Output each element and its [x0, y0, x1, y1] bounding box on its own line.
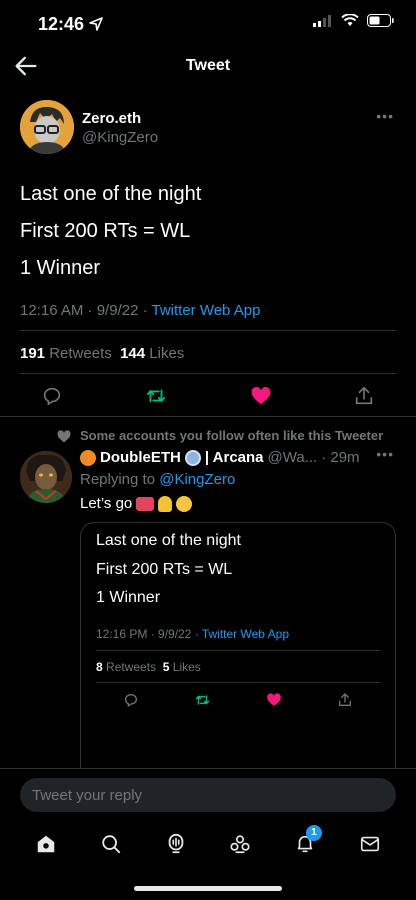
more-options-icon[interactable]: ••• — [376, 108, 394, 124]
reply-text: Let’s go — [80, 495, 193, 512]
tweet-actions — [0, 382, 416, 410]
share-icon[interactable] — [337, 692, 353, 708]
envelope-icon — [360, 836, 379, 852]
quoted-tweet-line: Last one of the night — [96, 532, 241, 549]
location-arrow-icon — [89, 17, 103, 31]
replying-to-label: Replying to — [80, 471, 156, 488]
communities-icon — [230, 835, 250, 854]
quoted-likes-label[interactable]: Likes — [173, 660, 201, 674]
battery-icon — [367, 14, 394, 27]
home-icon — [38, 835, 55, 853]
replying-to-handle-link[interactable]: @KingZero — [159, 471, 235, 488]
retweet-icon[interactable] — [194, 692, 211, 708]
avatar-illustration — [20, 451, 72, 503]
avatar[interactable] — [20, 100, 74, 154]
quoted-retweets-count[interactable]: 8 — [96, 660, 103, 674]
tab-communities[interactable] — [225, 829, 255, 859]
tab-spaces[interactable] — [161, 829, 191, 859]
quoted-likes-count[interactable]: 5 — [163, 660, 170, 674]
quoted-tweet-meta: 12:16 PM · 9/9/22 · Twitter Web App — [96, 627, 289, 641]
reply-icon[interactable] — [41, 385, 63, 407]
pleading-face-emoji-icon — [176, 495, 193, 512]
home-indicator[interactable] — [134, 886, 282, 891]
divider — [96, 650, 380, 651]
reply-input[interactable]: Tweet your reply — [20, 778, 396, 812]
reply-icon[interactable] — [123, 692, 139, 708]
like-heart-icon[interactable] — [266, 692, 282, 708]
divider — [0, 416, 416, 417]
share-icon[interactable] — [353, 385, 375, 407]
retweets-count[interactable]: 191 — [20, 345, 45, 362]
heart-icon — [57, 429, 71, 442]
search-icon — [102, 835, 121, 854]
wifi-icon — [341, 14, 359, 26]
tab-search[interactable] — [96, 829, 126, 859]
status-time: 12:46 — [38, 14, 103, 35]
spaces-microphone-icon — [168, 833, 183, 854]
quoted-retweets-label[interactable]: Retweets — [106, 660, 156, 674]
tweet-timestamp: 12:16 AM · 9/9/22 · — [20, 302, 152, 319]
tweet-header: Tweet — [0, 48, 416, 88]
divider — [96, 682, 380, 683]
reply-author-handle[interactable]: @Wa... — [268, 449, 318, 466]
status-bar: 12:46 — [0, 0, 416, 48]
reply-author-name[interactable]: DoubleETH — [100, 449, 181, 466]
social-context-text: Some accounts you follow often like this… — [80, 428, 384, 443]
bottom-tab-bar: 1 — [0, 822, 416, 866]
likes-label[interactable]: Likes — [149, 345, 184, 362]
bell-emoji-icon — [158, 495, 173, 512]
tweet-stats: 191 Retweets 144 Likes — [20, 345, 184, 362]
tweet-line: First 200 RTs = WL — [20, 220, 191, 242]
tab-notifications[interactable]: 1 — [290, 825, 322, 859]
tweet-meta: 12:16 AM · 9/9/22 · Twitter Web App — [20, 302, 260, 319]
tweet-text: Last one of the night First 200 RTs = WL… — [20, 176, 201, 287]
avatar[interactable] — [20, 451, 72, 503]
more-options-icon[interactable]: ••• — [376, 446, 394, 462]
cellular-signal-icon — [313, 14, 331, 27]
author-handle[interactable]: @KingZero — [82, 129, 158, 146]
reply-text-content: Let’s go — [80, 495, 133, 512]
status-icons — [313, 14, 394, 27]
author-name[interactable]: Zero.eth — [82, 110, 141, 127]
likes-count[interactable]: 144 — [120, 345, 145, 362]
reply-author-name-suffix[interactable]: | Arcana — [205, 449, 264, 466]
divider — [20, 330, 396, 331]
quoted-tweet-timestamp: 12:16 PM · 9/9/22 · — [96, 627, 202, 641]
ticket-emoji-icon — [136, 496, 155, 511]
divider — [20, 373, 396, 374]
quoted-tweet-source-link[interactable]: Twitter Web App — [202, 627, 289, 641]
reply-age: · 29m — [321, 449, 360, 466]
replying-to: Replying to @KingZero — [80, 471, 235, 488]
tab-messages[interactable] — [355, 829, 385, 859]
quoted-tweet-text: Last one of the night First 200 RTs = WL… — [96, 527, 241, 613]
like-heart-icon[interactable] — [250, 385, 272, 407]
quoted-tweet-line: 1 Winner — [96, 589, 161, 606]
notifications-badge: 1 — [305, 825, 322, 841]
social-context: Some accounts you follow often like this… — [56, 428, 383, 443]
retweet-icon[interactable] — [144, 385, 168, 407]
peach-emoji-icon — [80, 449, 96, 466]
page-title: Tweet — [185, 57, 231, 74]
tab-home[interactable] — [31, 829, 61, 859]
tweet-line: 1 Winner — [20, 257, 101, 279]
avatar-illustration — [20, 100, 74, 154]
tweet-source-link[interactable]: Twitter Web App — [151, 302, 260, 319]
tweet-line: Last one of the night — [20, 183, 202, 205]
globe-emoji-icon — [184, 449, 201, 466]
quoted-tweet-line: First 200 RTs = WL — [96, 560, 233, 578]
quoted-tweet-stats: 8 Retweets 5 Likes — [96, 660, 201, 674]
quoted-tweet-actions — [96, 690, 380, 710]
retweets-label[interactable]: Retweets — [49, 345, 112, 362]
reply-header: DoubleETH | Arcana @Wa... · 29m — [80, 449, 360, 466]
